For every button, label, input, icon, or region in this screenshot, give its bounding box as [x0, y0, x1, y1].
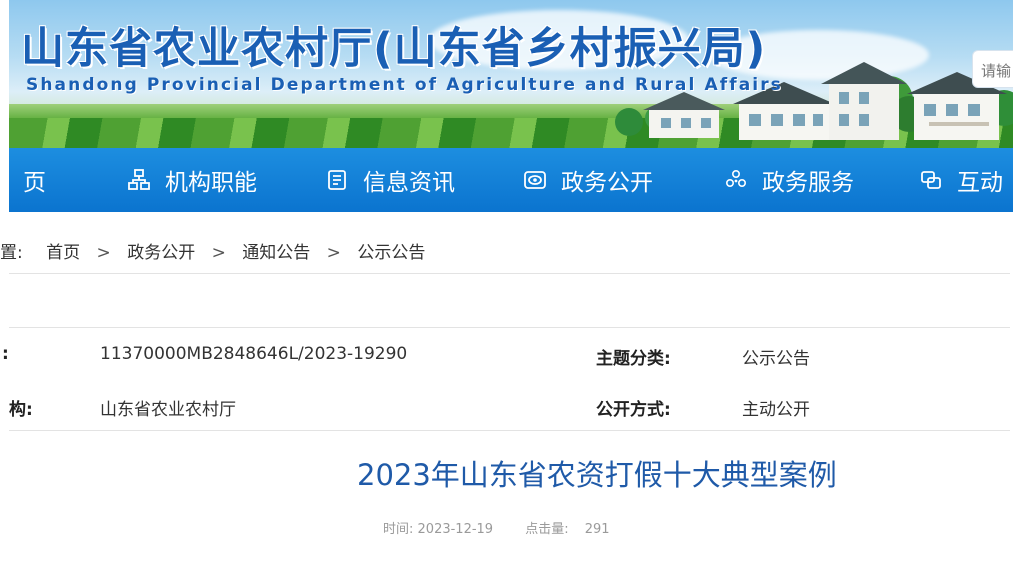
- nav-item-label: 政务公开: [561, 170, 653, 196]
- view-count-value: 291: [584, 522, 610, 537]
- main-nav: 页 机构职能 信息资讯 政务公开 政务服务 互动: [9, 148, 1013, 212]
- publish-time-value: 2023-12-19: [417, 522, 494, 537]
- nav-item-interaction[interactable]: 互动: [919, 148, 1003, 212]
- breadcrumb-separator: >: [96, 243, 111, 263]
- nav-item-news[interactable]: 信息资讯: [325, 148, 455, 212]
- site-subtitle: Shandong Provincial Department of Agricu…: [26, 75, 783, 95]
- breadcrumb-prefix: 置:: [0, 243, 23, 263]
- meta-publisher-value: 山东省农业农村厅: [100, 400, 236, 420]
- view-count-label: 点击量:: [525, 522, 569, 537]
- interaction-icon: [921, 171, 941, 189]
- nav-item-government-affairs[interactable]: 政务公开: [523, 148, 653, 212]
- nav-item-label: 机构职能: [165, 170, 257, 196]
- header-banner: 山东省农业农村厅(山东省乡村振兴局) Shandong Provincial D…: [9, 0, 1013, 148]
- divider: [9, 327, 1010, 328]
- meta-category-value: 公示公告: [742, 349, 810, 369]
- breadcrumb: 置: 首页 > 政务公开 > 通知公告 > 公示公告: [0, 238, 425, 263]
- meta-category-label: 主题分类:: [596, 349, 671, 369]
- nav-item-gov-services[interactable]: 政务服务: [724, 148, 854, 212]
- org-chart-icon: [128, 169, 150, 190]
- breadcrumb-separator: >: [326, 243, 341, 263]
- breadcrumb-link-home[interactable]: 首页: [46, 238, 80, 263]
- nav-item-label: 信息资讯: [363, 170, 455, 196]
- article-info: 时间: 2023-12-19 点击量: 291: [383, 518, 610, 537]
- divider: [9, 273, 1010, 274]
- meta-index-label: :: [2, 344, 9, 364]
- divider: [9, 430, 1010, 431]
- meta-publisher-label: 构:: [9, 400, 33, 420]
- breadcrumb-link-public-notices[interactable]: 公示公告: [357, 238, 425, 263]
- nav-item-organization[interactable]: 机构职能: [127, 148, 257, 212]
- meta-index-value: 11370000MB2848646L/2023-19290: [100, 344, 408, 364]
- document-list-icon: [328, 170, 346, 190]
- meta-disclosure-value: 主动公开: [742, 400, 810, 420]
- breadcrumb-link-gov-affairs[interactable]: 政务公开: [127, 238, 195, 263]
- breadcrumb-separator: >: [211, 243, 226, 263]
- breadcrumb-link-notices[interactable]: 通知公告: [242, 238, 310, 263]
- eye-open-icon: [524, 171, 546, 189]
- nav-item-home[interactable]: 页: [23, 148, 46, 212]
- nav-item-label: 互动: [957, 170, 1003, 196]
- article-title: 2023年山东省农资打假十大典型案例: [357, 458, 837, 492]
- service-cluster-icon: [725, 169, 747, 188]
- nav-item-label: 政务服务: [762, 170, 854, 196]
- nav-item-label: 页: [23, 170, 46, 196]
- search-input[interactable]: 请输: [972, 50, 1013, 88]
- meta-disclosure-label: 公开方式:: [596, 400, 671, 420]
- publish-time-label: 时间:: [383, 522, 414, 537]
- site-title: 山东省农业农村厅(山东省乡村振兴局): [21, 24, 767, 74]
